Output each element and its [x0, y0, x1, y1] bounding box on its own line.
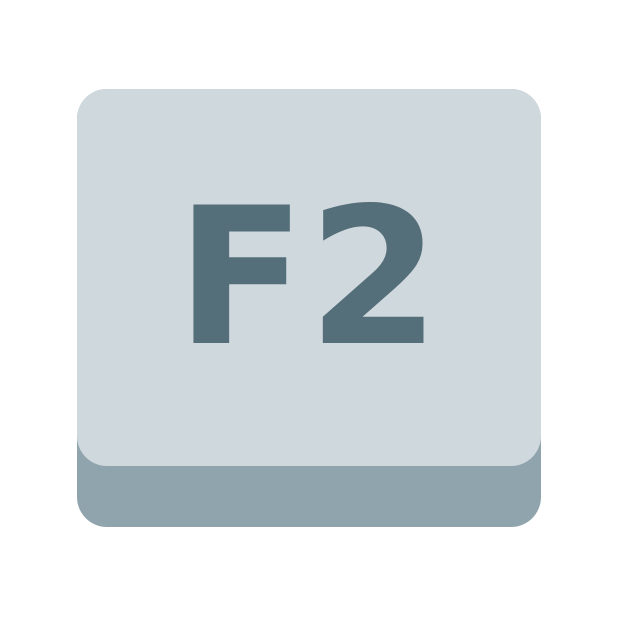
f2-key-icon: F2 [77, 89, 541, 527]
key-label: F2 [176, 166, 442, 388]
canvas: F2 [0, 0, 618, 618]
